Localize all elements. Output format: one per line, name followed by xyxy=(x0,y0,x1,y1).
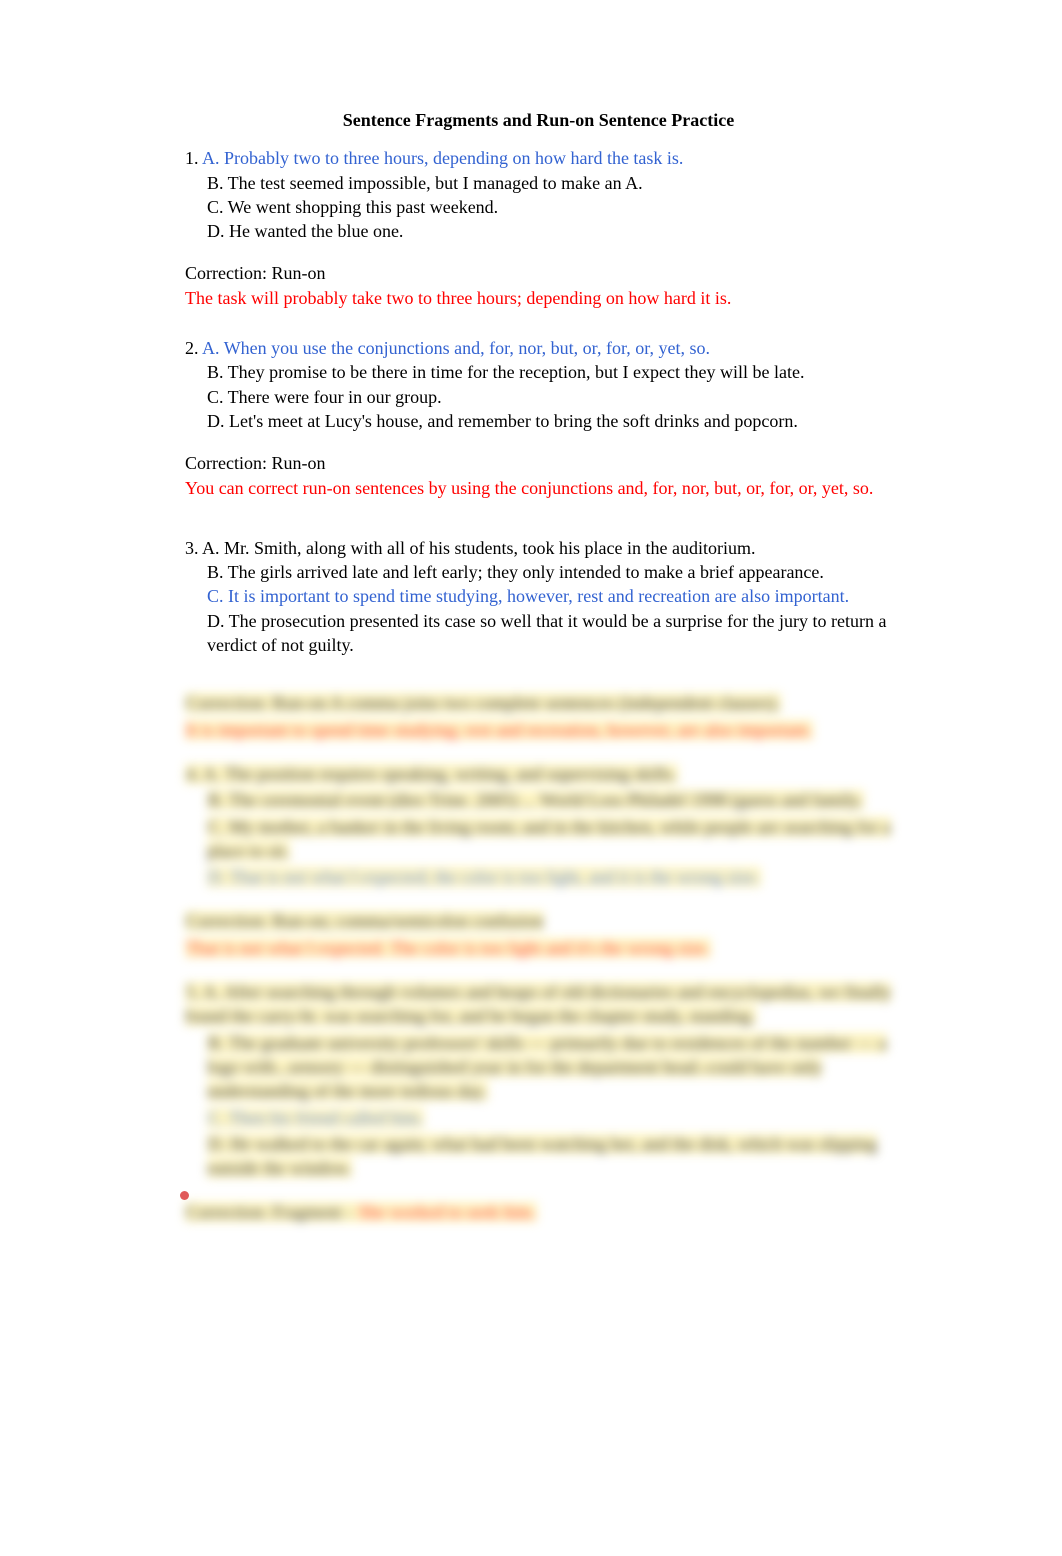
q1-a-text: A. Probably two to three hours, dependin… xyxy=(202,148,683,168)
obscured-content: Correction: Run-on A comma joins two com… xyxy=(185,691,892,1224)
hidden-corr5-text: She worked to seek him. xyxy=(357,1202,536,1222)
hidden-corr5-label: Correction: Fragment - xyxy=(185,1202,357,1222)
hidden-corr3-text: It is important to spend time studying; … xyxy=(185,720,813,740)
q3-option-b: B. The girls arrived late and left early… xyxy=(207,560,892,584)
hidden-corr4-label: Correction: Run-on; comma/semicolon conf… xyxy=(185,911,544,931)
hidden-q4-a: 4. A. The position requires speaking, wr… xyxy=(185,764,678,784)
q2-correction-text: You can correct run-on sentences by usin… xyxy=(185,476,892,500)
q2-correction-label: Correction: Run-on xyxy=(185,451,892,475)
q1-option-a: 1. A. Probably two to three hours, depen… xyxy=(185,146,892,170)
q3-a-text: A. Mr. Smith, along with all of his stud… xyxy=(202,538,755,558)
document-title: Sentence Fragments and Run-on Sentence P… xyxy=(185,108,892,132)
q1-option-d: D. He wanted the blue one. xyxy=(207,219,892,243)
hidden-q5-b: B. The graduate university professors' s… xyxy=(207,1033,887,1102)
q2-option-c: C. There were four in our group. xyxy=(207,385,892,409)
hidden-q4-c: C. My mother, a banker in the living roo… xyxy=(207,817,891,861)
q1-block: 1. A. Probably two to three hours, depen… xyxy=(185,146,892,243)
q2-block: 2. A. When you use the conjunctions and,… xyxy=(185,336,892,433)
q3-block: 3. A. Mr. Smith, along with all of his s… xyxy=(185,536,892,657)
q1-option-c: C. We went shopping this past weekend. xyxy=(207,195,892,219)
hidden-q5-a: 5. A. After searching through volumes an… xyxy=(185,982,891,1026)
q2-a-text: A. When you use the conjunctions and, fo… xyxy=(202,338,710,358)
hidden-q4-d: D. That is not what I expected; the colo… xyxy=(207,867,761,887)
q3-option-c: C. It is important to spend time studyin… xyxy=(207,584,892,608)
hidden-corr4-text: That is not what I expected. The color i… xyxy=(185,938,711,958)
q1-correction-label: Correction: Run-on xyxy=(185,261,892,285)
hidden-corr3-label: Correction: Run-on A comma joins two com… xyxy=(185,693,781,713)
q3-number: 3. xyxy=(185,538,202,558)
q2-option-a: 2. A. When you use the conjunctions and,… xyxy=(185,336,892,360)
q2-option-d: D. Let's meet at Lucy's house, and remem… xyxy=(207,409,892,433)
q3-option-a: 3. A. Mr. Smith, along with all of his s… xyxy=(185,536,892,560)
marker-dot-icon xyxy=(180,1191,189,1200)
q3-option-d: D. The prosecution presented its case so… xyxy=(207,609,892,658)
q2-option-b: B. They promise to be there in time for … xyxy=(207,360,892,384)
hidden-q5-c: C. Then his friend called him. xyxy=(207,1108,424,1128)
hidden-q4-b: B. The ceremonial event (dies Trine. 200… xyxy=(207,790,864,810)
q1-number: 1. xyxy=(185,148,202,168)
q1-option-b: B. The test seemed impossible, but I man… xyxy=(207,171,892,195)
q1-correction-text: The task will probably take two to three… xyxy=(185,286,892,310)
q2-number: 2. xyxy=(185,338,202,358)
hidden-q5-d: D. He walked to the car again; what had … xyxy=(207,1134,877,1178)
